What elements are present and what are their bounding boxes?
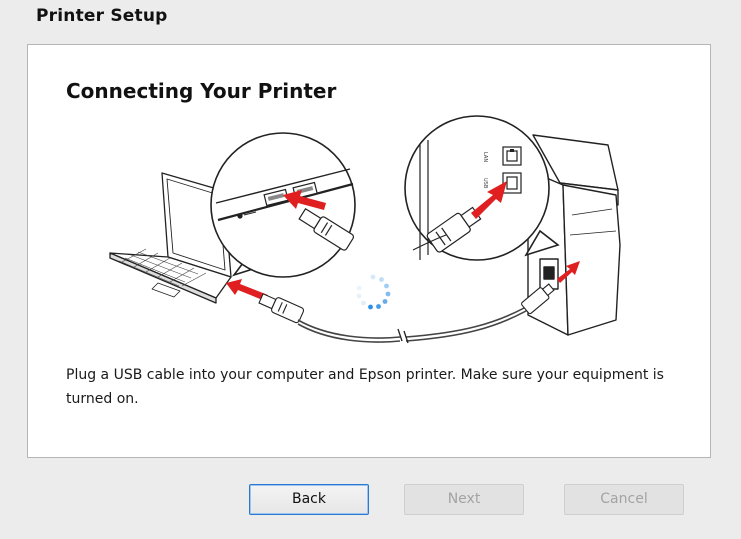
back-button[interactable]: Back: [249, 484, 369, 515]
setup-instructions: Plug a USB cable into your computer and …: [66, 367, 664, 407]
cancel-button[interactable]: Cancel: [564, 484, 684, 515]
laptop-usb-plug: [258, 293, 305, 324]
window-title: Printer Setup: [36, 6, 168, 26]
content-panel: Connecting Your Printer LAN USB Plug a U…: [27, 44, 711, 458]
next-button[interactable]: Next: [404, 484, 524, 515]
usb-cable: [297, 299, 539, 339]
usb-port-label: USB: [482, 178, 488, 189]
lan-port-label: LAN: [482, 152, 488, 162]
computer-port-closeup: [210, 132, 356, 278]
loading-spinner-icon: [356, 274, 391, 310]
